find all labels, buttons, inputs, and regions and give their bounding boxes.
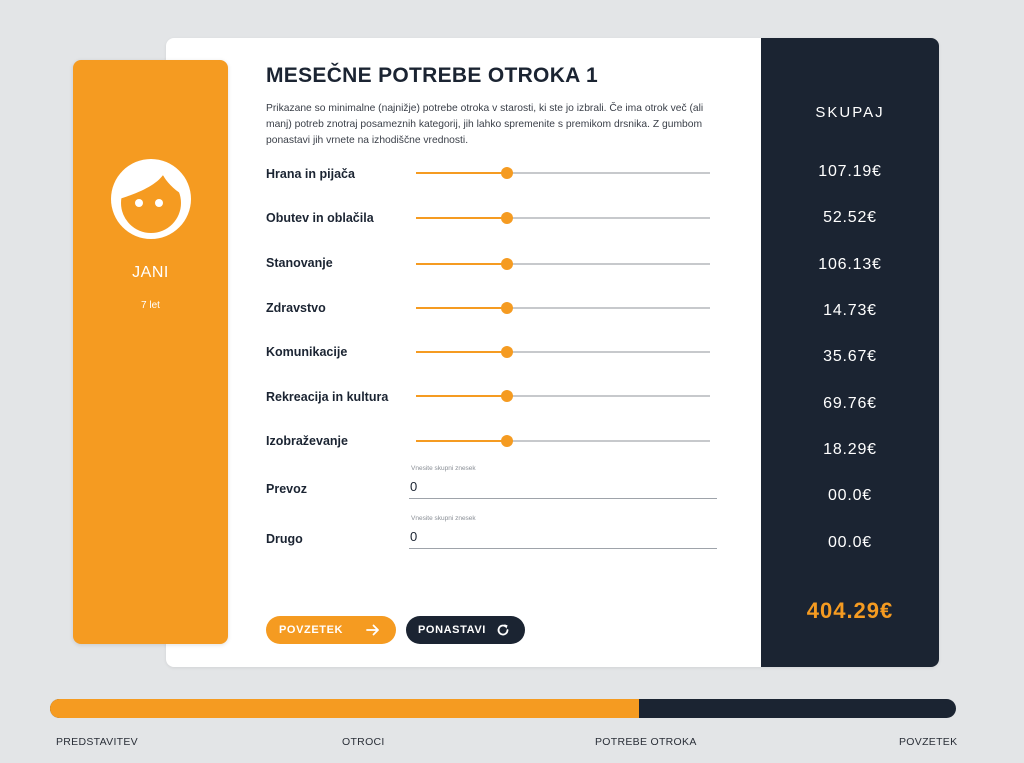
reset-button[interactable]: PONASTAVI xyxy=(406,616,525,644)
reset-button-label: PONASTAVI xyxy=(418,624,486,636)
slider-clothing[interactable] xyxy=(416,212,710,224)
amount-other: 00.0€ xyxy=(827,534,873,551)
progress-fill xyxy=(50,699,639,718)
label-food: Hrana in pijača xyxy=(266,167,355,181)
label-housing: Stanovanje xyxy=(266,256,333,270)
slider-fill xyxy=(416,307,508,309)
slider-fill xyxy=(416,395,508,397)
amount-education: 18.29€ xyxy=(823,441,877,458)
label-communications: Komunikacije xyxy=(266,345,348,359)
slider-recreation[interactable] xyxy=(416,390,710,402)
slider-fill xyxy=(416,440,508,442)
summary-button[interactable]: POVZETEK xyxy=(266,616,396,644)
slider-thumb[interactable] xyxy=(501,258,514,270)
child-name: JANI xyxy=(132,264,169,281)
slider-fill xyxy=(416,351,508,353)
amount-housing: 106.13€ xyxy=(818,256,882,273)
slider-fill xyxy=(416,172,508,174)
child-age: 7 let xyxy=(141,300,160,311)
step-children[interactable]: OTROCI xyxy=(342,736,385,748)
label-other: Drugo xyxy=(266,532,303,546)
step-summary[interactable]: POVZETEK xyxy=(899,736,957,748)
slider-thumb[interactable] xyxy=(501,212,514,224)
transport-field-label: Vnesite skupni znesek xyxy=(411,465,476,472)
slider-communications[interactable] xyxy=(416,346,710,358)
amount-food: 107.19€ xyxy=(818,163,882,180)
other-field: Vnesite skupni znesek xyxy=(409,515,717,549)
label-clothing: Obutev in oblačila xyxy=(266,211,374,225)
slider-health[interactable] xyxy=(416,302,710,314)
slider-fill xyxy=(416,217,508,219)
totals-panel: SKUPAJ 107.19€ 52.52€ 106.13€ 14.73€ 35.… xyxy=(761,38,939,667)
slider-fill xyxy=(416,263,508,265)
child-face-icon xyxy=(111,159,191,239)
amount-transport: 00.0€ xyxy=(827,487,873,504)
slider-education[interactable] xyxy=(416,435,710,447)
amount-clothing: 52.52€ xyxy=(823,209,877,226)
other-field-label: Vnesite skupni znesek xyxy=(411,515,476,522)
grand-total: 404.29€ xyxy=(806,598,894,623)
other-input[interactable] xyxy=(409,525,717,547)
slider-housing[interactable] xyxy=(416,258,710,270)
slider-thumb[interactable] xyxy=(501,302,514,314)
page-description: Prikazane so minimalne (najnižje) potreb… xyxy=(266,103,704,146)
arrow-right-icon xyxy=(366,624,379,636)
label-education: Izobraževanje xyxy=(266,434,348,448)
slider-thumb[interactable] xyxy=(501,346,514,358)
amount-recreation: 69.76€ xyxy=(823,395,877,412)
needs-card: MESEČNE POTREBE OTROKA 1 Prikazane so mi… xyxy=(166,38,939,667)
step-introduction[interactable]: PREDSTAVITEV xyxy=(56,736,138,748)
step-child-needs[interactable]: POTREBE OTROKA xyxy=(595,736,697,748)
amount-communications: 35.67€ xyxy=(823,348,877,365)
label-recreation: Rekreacija in kultura xyxy=(266,390,389,404)
label-health: Zdravstvo xyxy=(266,301,326,315)
totals-title: SKUPAJ xyxy=(815,104,885,121)
amount-health: 14.73€ xyxy=(823,302,877,319)
slider-food[interactable] xyxy=(416,167,710,179)
progress-bar xyxy=(50,699,956,718)
slider-thumb[interactable] xyxy=(501,167,514,179)
slider-thumb[interactable] xyxy=(501,435,514,447)
page-title: MESEČNE POTREBE OTROKA 1 xyxy=(266,64,598,87)
transport-field: Vnesite skupni znesek xyxy=(409,465,717,499)
label-transport: Prevoz xyxy=(266,482,307,496)
child-card: JANI 7 let xyxy=(73,60,228,644)
transport-input[interactable] xyxy=(409,475,717,497)
summary-button-label: POVZETEK xyxy=(279,624,344,636)
slider-thumb[interactable] xyxy=(501,390,514,402)
refresh-icon xyxy=(497,624,509,636)
